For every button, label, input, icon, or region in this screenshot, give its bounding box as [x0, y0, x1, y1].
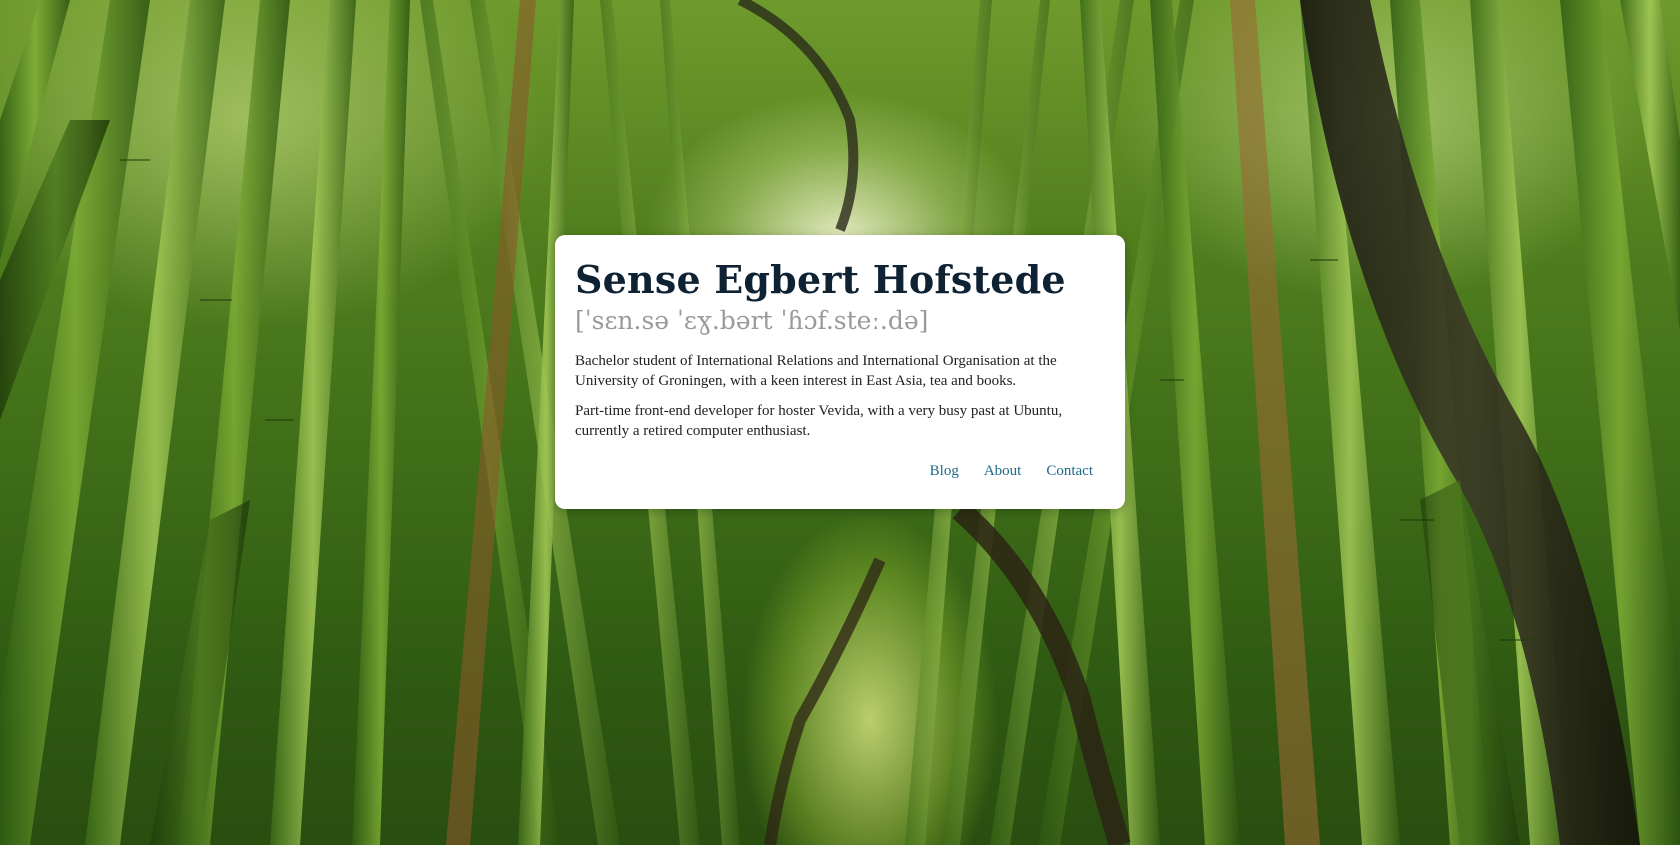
nav-link-contact[interactable]: Contact — [1046, 461, 1093, 481]
bio-paragraph-education: Bachelor student of International Relati… — [575, 353, 1057, 389]
profile-card: Sense Egbert Hofstede [ˈsɛn.sə ˈɛɣ.bərt … — [555, 235, 1125, 509]
nav-link-blog[interactable]: Blog — [930, 461, 959, 481]
nav-link-about[interactable]: About — [984, 461, 1022, 481]
pronunciation-text: [ˈsɛn.sə ˈɛɣ.bərt ˈɦɔf.steː.də] — [575, 306, 929, 335]
main-nav: Blog About Contact — [930, 461, 1093, 481]
page-title: Sense Egbert Hofstede — [575, 257, 1066, 302]
bio-paragraph-work: Part-time front-end developer for hoster… — [575, 403, 1063, 439]
